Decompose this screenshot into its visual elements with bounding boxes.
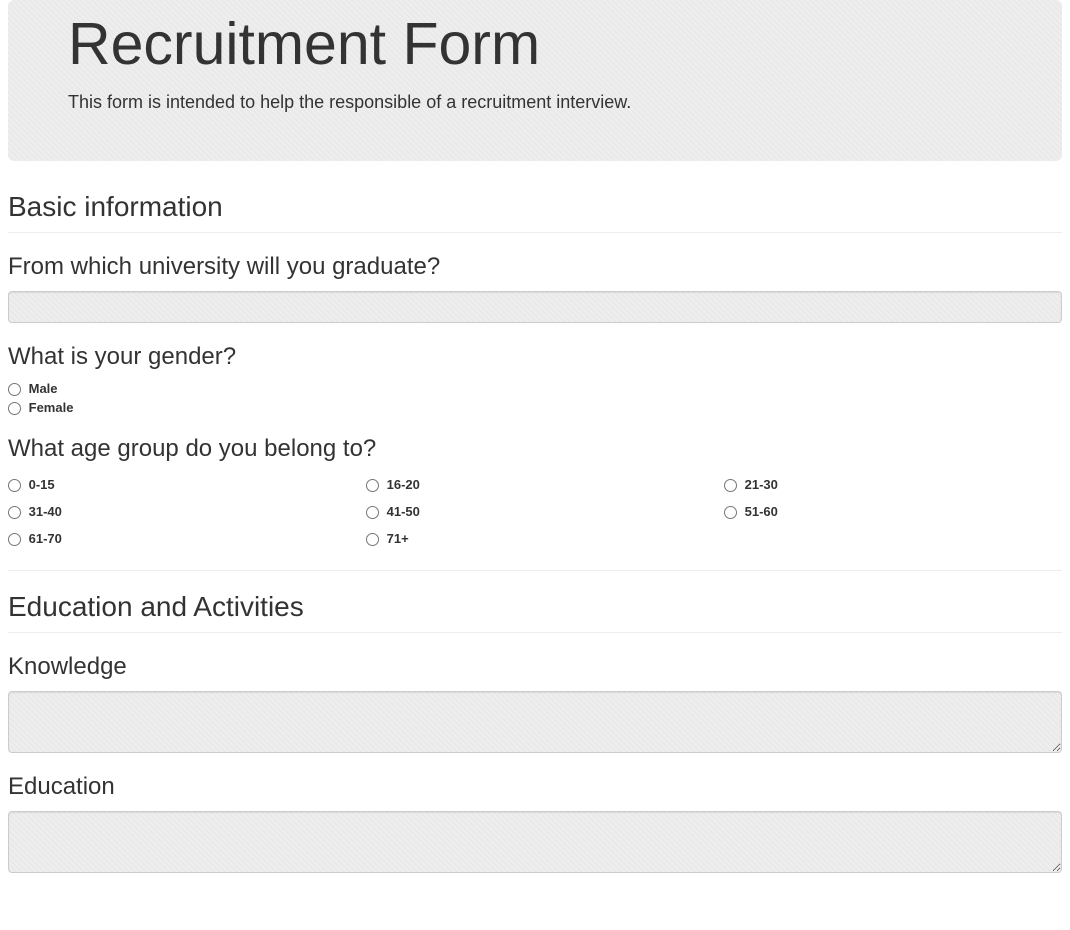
page-title: Recruitment Form (68, 0, 1002, 78)
age-radio-41-50-label: 41-50 (387, 504, 420, 519)
section-heading-basic-information: Basic information (8, 191, 1062, 233)
age-radio-51-60[interactable]: 51-60 (724, 504, 1062, 519)
age-radio-71-plus[interactable]: 71+ (366, 531, 704, 546)
age-radio-71-plus-label: 71+ (387, 531, 409, 546)
age-radio-61-70-input[interactable] (8, 533, 21, 546)
page-subtitle: This form is intended to help the respon… (68, 92, 1002, 113)
gender-radio-female[interactable]: Female (8, 400, 1062, 415)
question-education: Education (8, 773, 1062, 801)
form-header-banner: Recruitment Form This form is intended t… (8, 0, 1062, 161)
knowledge-textarea[interactable] (8, 691, 1062, 753)
question-age-group: What age group do you belong to? (8, 435, 1062, 463)
age-radio-41-50[interactable]: 41-50 (366, 504, 704, 519)
age-radio-21-30[interactable]: 21-30 (724, 477, 1062, 492)
age-radio-21-30-label: 21-30 (745, 477, 778, 492)
age-radio-0-15-input[interactable] (8, 479, 21, 492)
gender-radio-female-label: Female (29, 400, 74, 415)
gender-radio-female-input[interactable] (8, 402, 21, 415)
age-radio-16-20[interactable]: 16-20 (366, 477, 704, 492)
gender-radio-male[interactable]: Male (8, 381, 1062, 396)
gender-radio-male-input[interactable] (8, 383, 21, 396)
age-radio-31-40[interactable]: 31-40 (8, 504, 346, 519)
age-radio-61-70-label: 61-70 (29, 531, 62, 546)
age-radio-0-15[interactable]: 0-15 (8, 477, 346, 492)
section-heading-education-activities: Education and Activities (8, 591, 1062, 633)
age-group-radio-grid: 0-15 16-20 21-30 31-40 41-50 51-60 61-70 (8, 473, 1062, 550)
education-textarea[interactable] (8, 811, 1062, 873)
question-knowledge: Knowledge (8, 653, 1062, 681)
age-radio-51-60-input[interactable] (724, 506, 737, 519)
age-radio-61-70[interactable]: 61-70 (8, 531, 346, 546)
recruitment-form-page: Recruitment Form This form is intended t… (0, 0, 1070, 930)
age-radio-31-40-label: 31-40 (29, 504, 62, 519)
age-radio-71-plus-input[interactable] (366, 533, 379, 546)
age-radio-16-20-input[interactable] (366, 479, 379, 492)
question-gender: What is your gender? (8, 343, 1062, 371)
gender-radio-male-label: Male (29, 381, 58, 396)
age-radio-41-50-input[interactable] (366, 506, 379, 519)
gender-radio-group: Male Female (8, 381, 1062, 415)
age-radio-16-20-label: 16-20 (387, 477, 420, 492)
age-radio-21-30-input[interactable] (724, 479, 737, 492)
divider (8, 570, 1062, 571)
age-radio-0-15-label: 0-15 (29, 477, 55, 492)
university-input[interactable] (8, 291, 1062, 323)
age-radio-51-60-label: 51-60 (745, 504, 778, 519)
question-university: From which university will you graduate? (8, 253, 1062, 281)
age-radio-31-40-input[interactable] (8, 506, 21, 519)
